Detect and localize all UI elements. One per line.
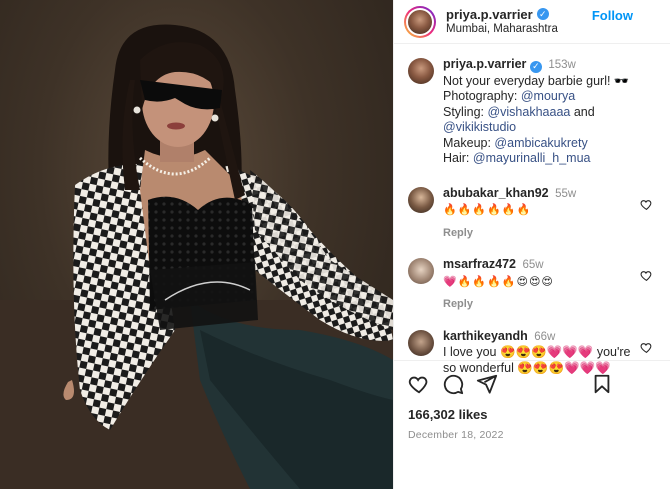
post-location[interactable]: Mumbai, Maharashtra	[446, 22, 558, 37]
comment-time[interactable]: 66w	[534, 331, 555, 343]
post-photo-illustration	[0, 24, 393, 489]
reply-button[interactable]: Reply	[443, 226, 639, 242]
like-comment-heart-icon[interactable]	[640, 198, 653, 211]
author-info: priya.p.varrier ✓ Mumbai, Maharashtra	[446, 7, 558, 37]
post-date[interactable]: December 18, 2022	[408, 429, 657, 441]
commenter-avatar[interactable]	[408, 258, 434, 284]
commenter-avatar[interactable]	[408, 186, 434, 213]
caption-avatar[interactable]	[408, 58, 434, 84]
mention-link[interactable]: @mayurinalli_h_mua	[473, 151, 591, 165]
comment-time[interactable]: 55w	[555, 188, 576, 200]
reply-button[interactable]: Reply	[443, 297, 639, 313]
instagram-post: priya.p.varrier ✓ Mumbai, Maharashtra Fo…	[0, 0, 670, 489]
comment-text: I love you 😍😍😍💗💗💗 you're	[443, 345, 631, 359]
caption-hair-label: Hair:	[443, 151, 473, 165]
post-header: priya.p.varrier ✓ Mumbai, Maharashtra Fo…	[394, 0, 670, 44]
verified-badge-icon: ✓	[536, 8, 549, 20]
comment-text: 💗🔥🔥🔥🔥😍😍😍	[443, 274, 554, 288]
caption-photo-label: Photography:	[443, 89, 521, 103]
follow-button[interactable]: Follow	[592, 8, 633, 23]
caption: priya.p.varrier ✓ 153w Not your everyday…	[408, 57, 659, 167]
post-actions: 166,302 likes December 18, 2022	[394, 360, 670, 489]
commenter-username[interactable]: msarfraz472	[443, 257, 516, 271]
action-bar	[408, 373, 657, 395]
comment-icon[interactable]	[442, 373, 464, 395]
share-icon[interactable]	[476, 373, 498, 395]
comment-time[interactable]: 65w	[522, 259, 543, 271]
commenter-avatar[interactable]	[408, 329, 434, 356]
commenter-username[interactable]: karthikeyandh	[443, 329, 528, 343]
commenter-username[interactable]: abubakar_khan92	[443, 186, 549, 200]
caption-username[interactable]: priya.p.varrier	[443, 57, 526, 71]
comment-text: 🔥🔥🔥🔥🔥🔥	[443, 203, 532, 216]
bookmark-icon[interactable]	[591, 373, 613, 395]
caption-text: Not your everyday barbie gurl! 🕶️	[443, 73, 630, 88]
comment-item: abubakar_khan92 55w 🔥🔥🔥🔥🔥🔥 Reply	[408, 186, 659, 242]
mention-link[interactable]: @vikikistudio	[443, 120, 516, 134]
caption-and: and	[570, 104, 595, 119]
mention-link[interactable]: @mourya	[521, 89, 575, 103]
caption-styling-label: Styling:	[443, 104, 488, 119]
post-side-panel: priya.p.varrier ✓ Mumbai, Maharashtra Fo…	[393, 0, 670, 489]
mention-link[interactable]: @vishakhaaaa	[487, 105, 570, 119]
like-comment-heart-icon[interactable]	[640, 341, 653, 354]
heart-icon[interactable]	[408, 373, 430, 395]
comments-section: priya.p.varrier ✓ 153w Not your everyday…	[394, 44, 670, 375]
likes-count[interactable]: 166,302 likes	[408, 407, 657, 422]
author-username[interactable]: priya.p.varrier	[446, 7, 533, 22]
caption-time[interactable]: 153w	[548, 59, 576, 71]
caption-makeup-label: Makeup:	[443, 135, 495, 150]
mention-link[interactable]: @ambicakukrety	[494, 136, 587, 150]
author-avatar[interactable]	[404, 5, 436, 38]
verified-badge-icon: ✓	[529, 60, 542, 73]
like-comment-heart-icon[interactable]	[640, 269, 653, 282]
post-photo[interactable]	[0, 0, 393, 489]
comment-item: msarfraz472 65w 💗🔥🔥🔥🔥😍😍😍 Reply	[408, 257, 659, 313]
